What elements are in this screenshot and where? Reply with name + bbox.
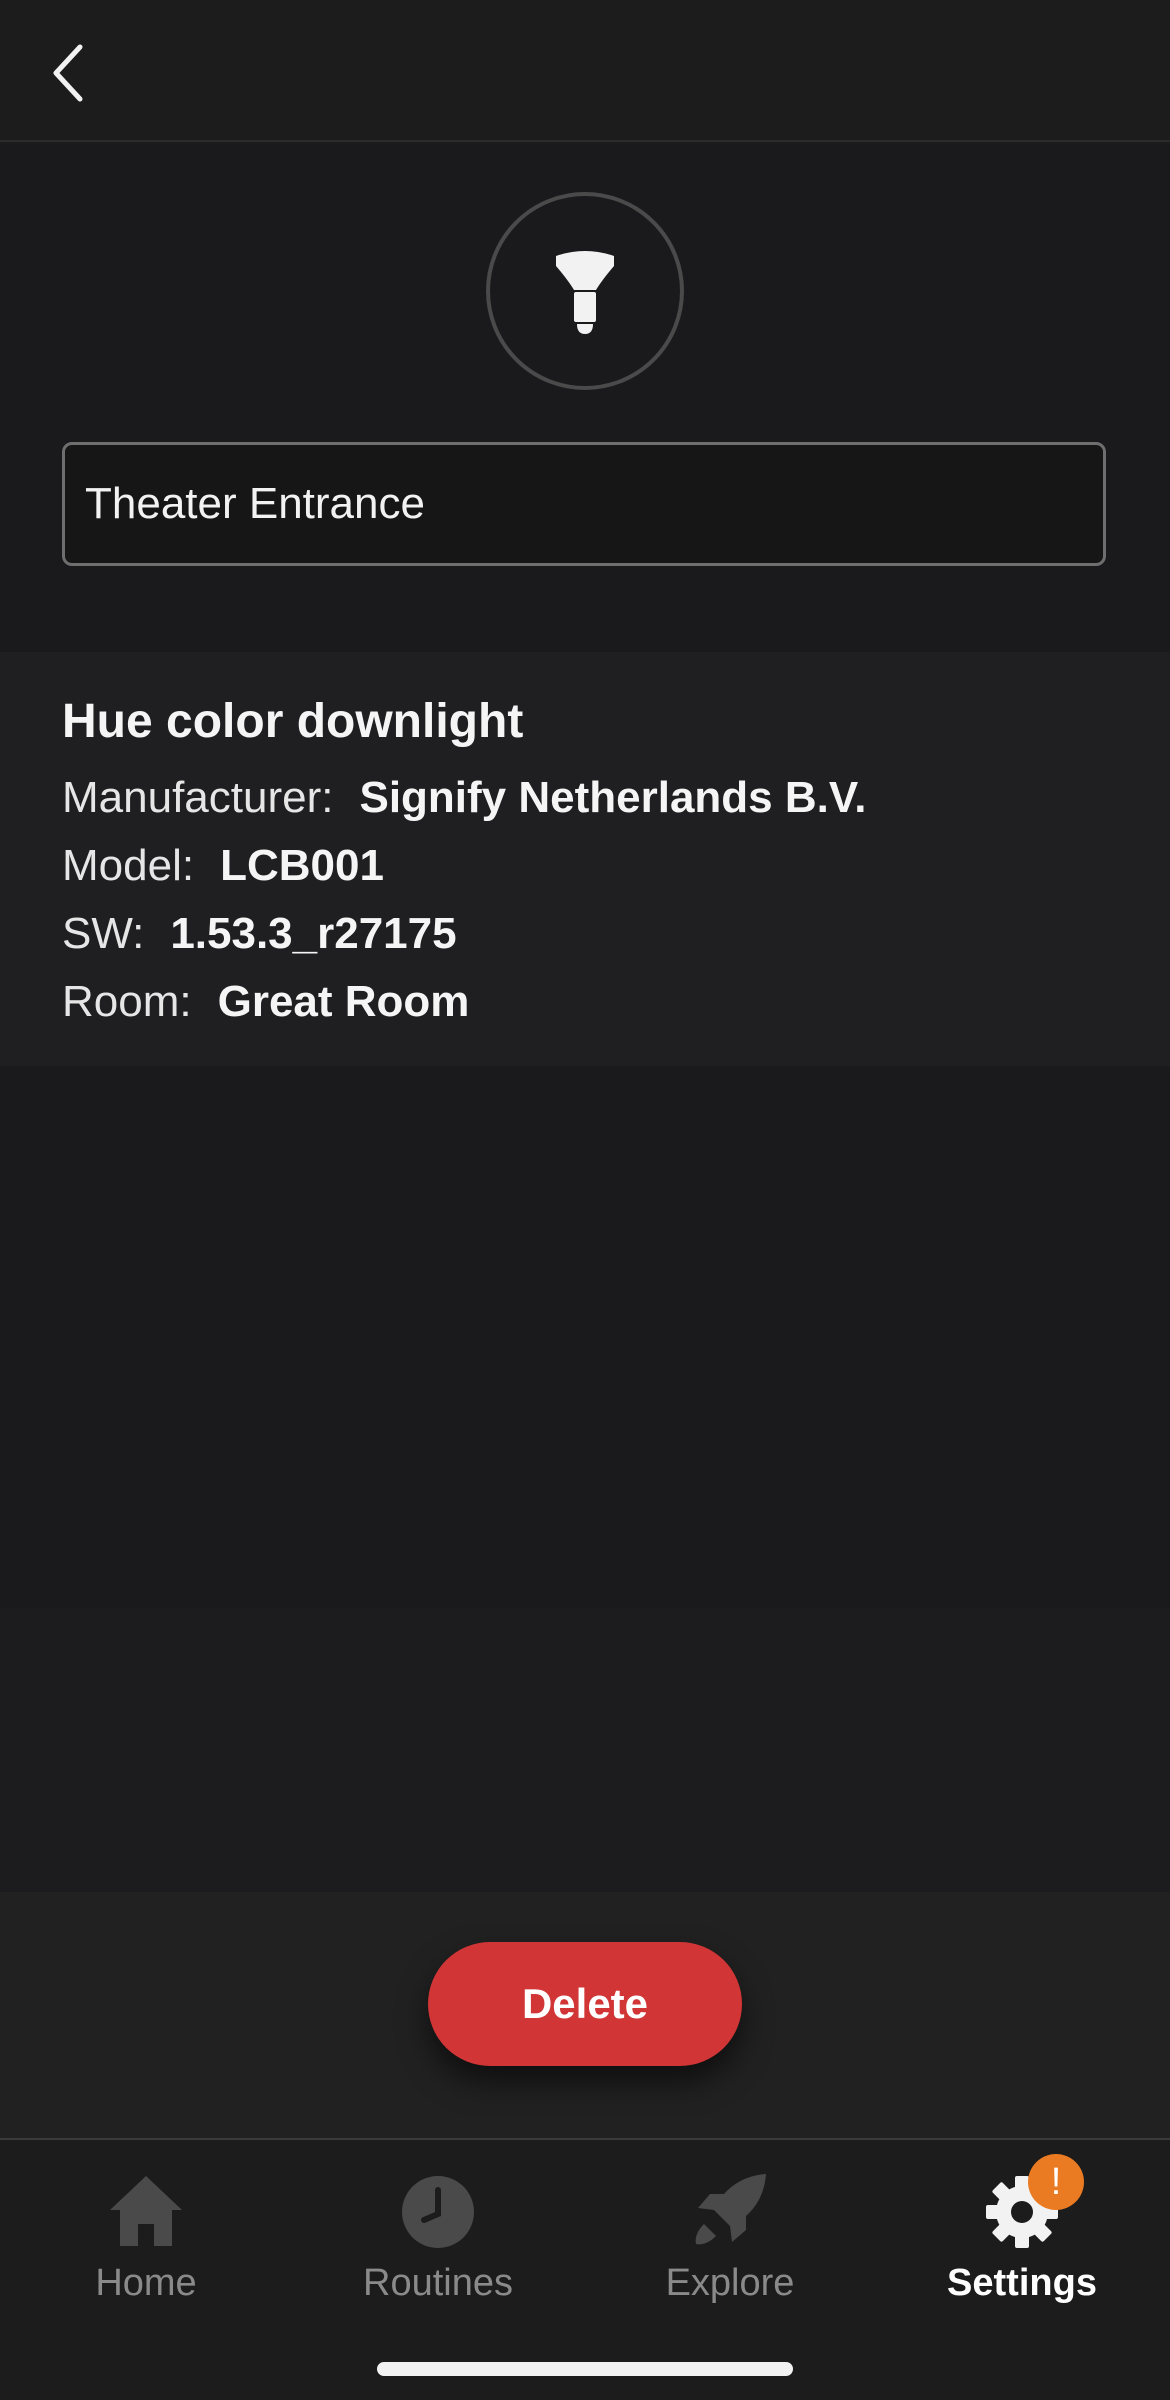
empty-area [0,1066,1170,1608]
home-indicator[interactable] [377,2362,793,2376]
delete-button[interactable]: Delete [428,1942,742,2066]
tab-routines[interactable]: Routines [292,2140,584,2310]
rocket-icon [695,2174,766,2245]
info-label: Model: [62,841,195,890]
tab-home[interactable]: Home [0,2140,292,2310]
info-label: SW: [62,909,145,958]
notification-badge: ! [1028,2154,1084,2210]
downlight-icon [556,251,614,334]
tab-bar: Home Routines Explore ! Settings [0,2138,1170,2400]
home-icon [110,2176,182,2246]
tab-icon-wrap: ! [962,2140,1084,2250]
tab-explore[interactable]: Explore [584,2140,876,2310]
light-name-field[interactable] [62,442,1106,566]
info-value: LCB001 [220,841,384,890]
info-row-model: Model: LCB001 [62,841,1108,909]
back-button[interactable] [38,38,98,108]
product-name: Hue color downlight [62,695,524,748]
tab-label: Home [95,2262,197,2304]
info-label: Manufacturer: [62,773,334,822]
info-label: Room: [62,977,192,1026]
info-value: Signify Netherlands B.V. [359,773,867,822]
info-row-sw: SW: 1.53.3_r27175 [62,909,1108,977]
tab-icon-wrap [86,2140,206,2250]
chevron-left-icon [53,44,83,102]
light-name-input[interactable] [65,445,1103,563]
tab-label: Routines [363,2262,513,2304]
info-value: Great Room [217,977,470,1026]
device-info-panel: Hue color downlight Manufacturer: Signif… [0,652,1170,1066]
light-icon-button[interactable] [486,192,684,390]
info-row-manufacturer: Manufacturer: Signify Netherlands B.V. [62,773,1108,841]
top-bar [0,0,1170,142]
tab-label: Explore [665,2262,795,2304]
info-row-room: Room: Great Room [62,977,1108,1045]
tab-label: Settings [947,2262,1097,2304]
tab-settings[interactable]: ! Settings [876,2140,1168,2310]
tab-icon-wrap [378,2140,498,2250]
info-value: 1.53.3_r27175 [170,909,457,958]
empty-area [0,1608,1170,1892]
clock-icon [402,2176,474,2248]
tab-icon-wrap [670,2140,790,2250]
